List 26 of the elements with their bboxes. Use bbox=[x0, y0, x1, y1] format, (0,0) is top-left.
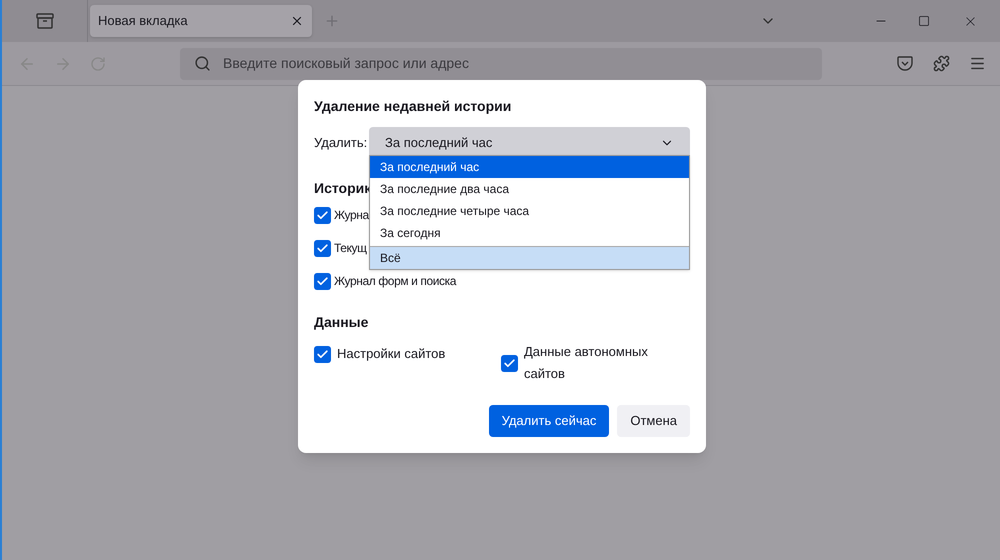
delete-now-button[interactable]: Удалить сейчас bbox=[488, 405, 610, 437]
checkbox[interactable] bbox=[314, 206, 331, 224]
check-icon bbox=[316, 274, 329, 288]
browser-tab[interactable]: Новая вкладка bbox=[90, 5, 312, 37]
close-icon[interactable] bbox=[290, 14, 304, 28]
pocket-icon[interactable] bbox=[897, 56, 913, 71]
check-icon bbox=[316, 348, 329, 360]
time-range-select[interactable]: За последний час bbox=[369, 127, 690, 158]
dropdown-option[interactable]: За последний час bbox=[370, 156, 689, 178]
dropdown-option[interactable]: За сегодня bbox=[370, 222, 689, 244]
dropdown-option[interactable]: За последние четыре часа bbox=[370, 200, 689, 222]
checkbox[interactable] bbox=[314, 240, 331, 256]
dropdown-option[interactable]: Всё bbox=[370, 246, 689, 269]
checkbox[interactable] bbox=[314, 346, 331, 362]
check-icon bbox=[503, 356, 516, 370]
menu-icon[interactable] bbox=[969, 55, 986, 72]
cancel-button[interactable]: Отмена bbox=[617, 405, 690, 437]
maximize-icon[interactable] bbox=[918, 15, 930, 27]
extensions-icon[interactable] bbox=[933, 55, 950, 72]
search-icon bbox=[194, 55, 211, 72]
check-icon bbox=[316, 242, 329, 254]
dropdown-option[interactable]: За последние два часа bbox=[370, 178, 689, 200]
dialog: Удаление недавней истории Удалить: За последний час Историк Журна Текущ Журнал форм и поиска Данные Настройки сайтов Данные автономных сайтов Удалить сейчас Отмена За последний час За последние два часа За последние четыре часа За сегодня Всё bbox=[298, 80, 706, 453]
checkbox[interactable] bbox=[314, 272, 331, 290]
checkbox[interactable] bbox=[501, 354, 518, 372]
check-icon bbox=[316, 208, 329, 222]
